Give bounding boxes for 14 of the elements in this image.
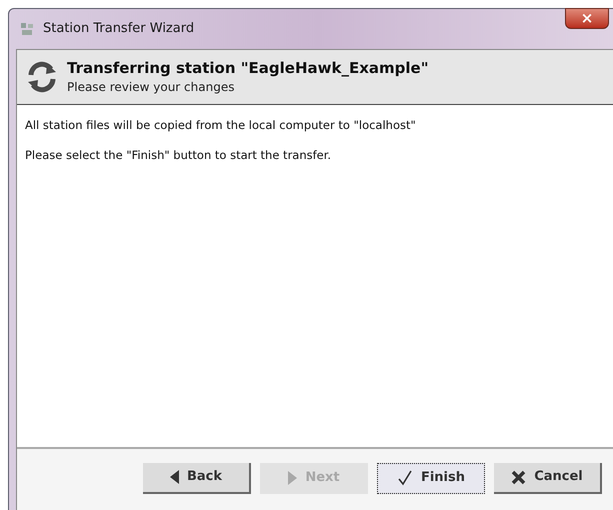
app-icon (19, 21, 35, 37)
finish-button[interactable]: Finish (377, 462, 485, 494)
header-title: Transferring station "EagleHawk_Example" (67, 58, 429, 78)
window-title: Station Transfer Wizard (43, 20, 194, 38)
x-icon (511, 470, 526, 484)
back-button[interactable]: Back (143, 462, 251, 494)
header-subtitle: Please review your changes (67, 78, 236, 96)
message-text: All station files will be copied from the local computer to "localhost" (25, 117, 417, 134)
left-triangle-icon (170, 470, 179, 484)
close-button[interactable]: × (565, 8, 609, 29)
message-text: Please select the "Finish" button to start the transfer. (25, 147, 332, 164)
cancel-button[interactable]: Cancel (494, 462, 602, 494)
right-triangle-icon (288, 471, 298, 485)
checkmark-icon (396, 470, 413, 486)
